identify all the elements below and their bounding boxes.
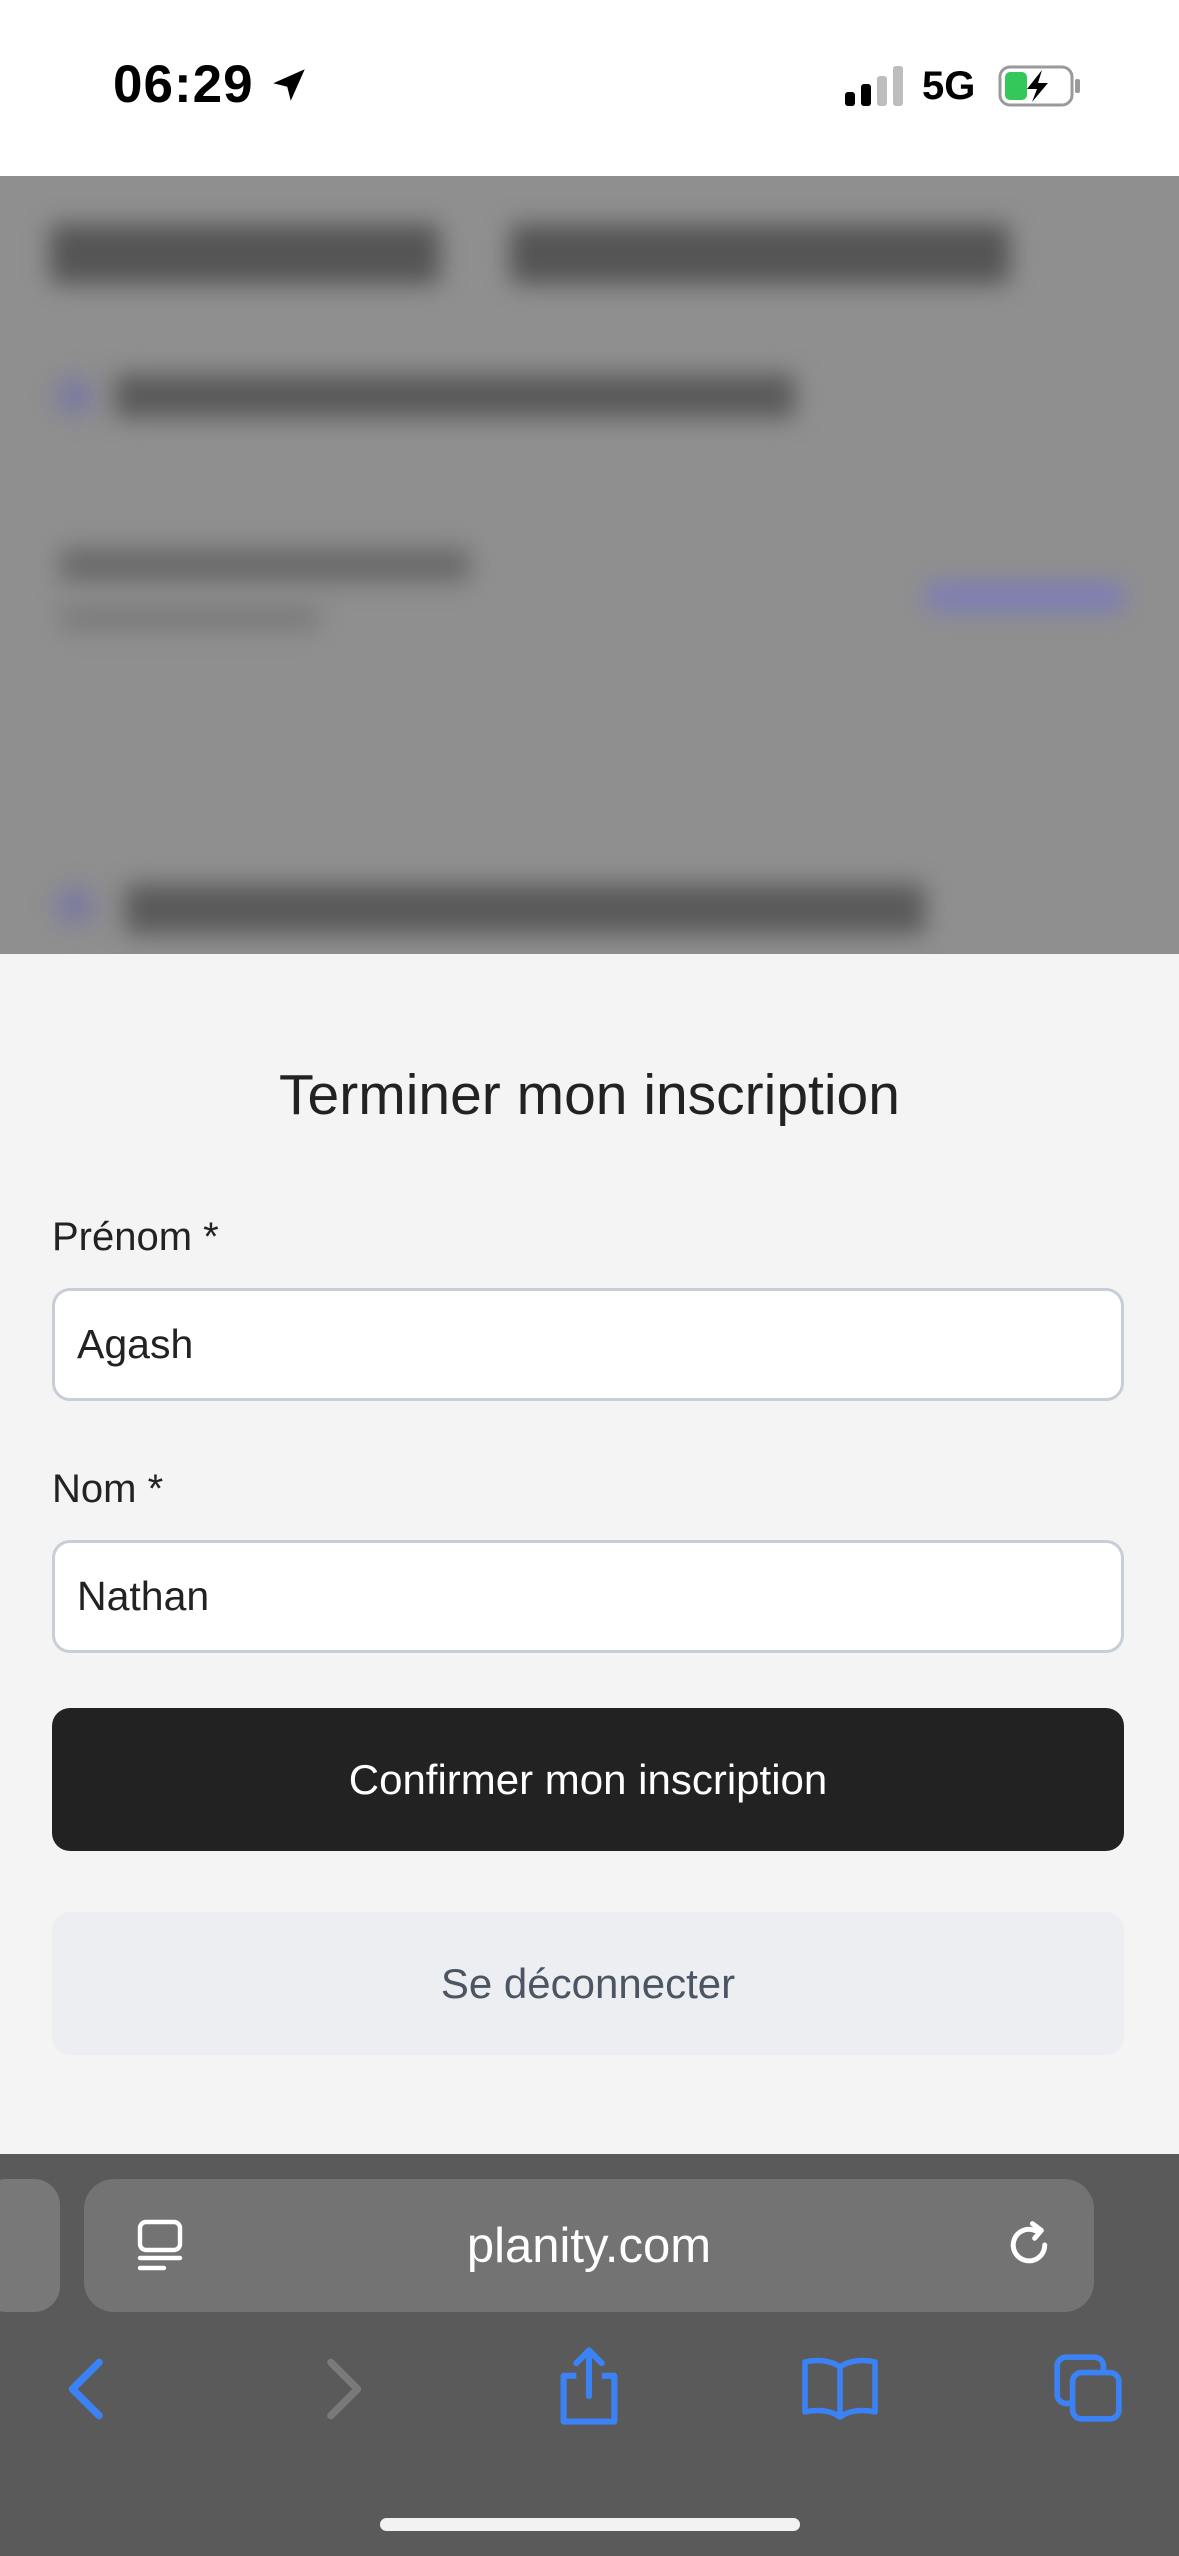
network-type: 5G: [922, 64, 976, 108]
first-name-input[interactable]: [52, 1288, 1124, 1401]
back-icon[interactable]: [62, 2355, 112, 2423]
signal-icon: [845, 66, 903, 106]
logout-button[interactable]: Se déconnecter: [52, 1912, 1124, 2055]
status-time: 06:29: [113, 55, 254, 114]
reload-icon[interactable]: [1002, 2218, 1056, 2272]
home-indicator[interactable]: [380, 2518, 800, 2531]
location-arrow-icon: [273, 69, 305, 101]
last-name-input[interactable]: [52, 1540, 1124, 1653]
last-name-label: Nom *: [52, 1467, 164, 1511]
status-bar: 06:29 5G: [0, 0, 1179, 176]
confirm-signup-button[interactable]: Confirmer mon inscription: [52, 1708, 1124, 1851]
tabs-icon[interactable]: [1052, 2352, 1124, 2424]
background-page: [0, 176, 1179, 954]
battery-charging-icon: [998, 65, 1080, 107]
first-name-label: Prénom *: [52, 1215, 219, 1259]
url-text[interactable]: planity.com: [84, 2218, 1094, 2274]
share-icon[interactable]: [556, 2345, 622, 2427]
modal-title: Terminer mon inscription: [279, 1063, 900, 1127]
previous-tab-preview[interactable]: [0, 2179, 60, 2312]
forward-icon[interactable]: [318, 2355, 368, 2423]
bookmarks-icon[interactable]: [800, 2354, 880, 2420]
